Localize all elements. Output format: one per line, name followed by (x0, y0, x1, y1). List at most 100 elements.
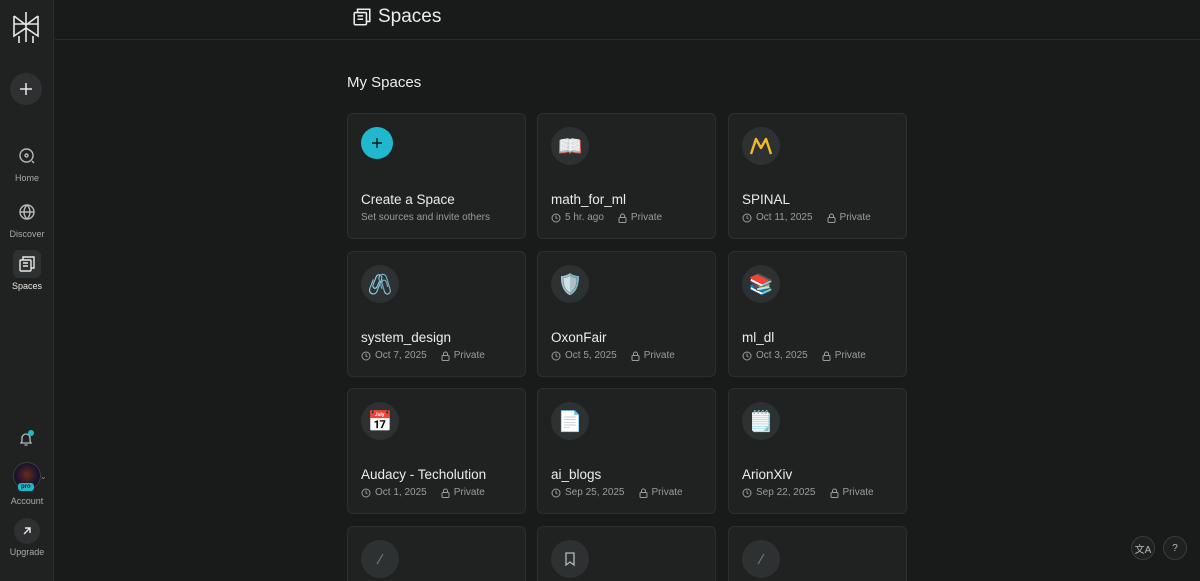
card-title: Create a Space (361, 192, 455, 207)
card-meta: Sep 25, 2025 Private (551, 487, 683, 498)
lock-icon (618, 213, 627, 223)
card-date: Oct 7, 2025 (375, 350, 427, 361)
card-subtitle: Set sources and invite others (361, 212, 490, 223)
globe-icon (13, 198, 41, 226)
bookmark-icon (551, 540, 589, 578)
card-meta: Oct 5, 2025 Private (551, 350, 675, 361)
account-menu[interactable]: pro ⌄ Account (0, 462, 54, 506)
lock-icon (639, 488, 647, 498)
space-card[interactable]: 📖 math_for_ml 5 hr. ago Private (537, 113, 716, 239)
space-card[interactable]: SPINAL Oct 11, 2025 Private (728, 113, 907, 239)
card-date: Oct 11, 2025 (756, 212, 813, 223)
card-title: ai_blogs (551, 467, 602, 482)
lock-icon (830, 488, 838, 498)
slash-icon (742, 540, 780, 578)
spaces-icon (353, 8, 371, 26)
card-date: Oct 5, 2025 (565, 350, 617, 361)
space-card[interactable]: 🖇️ system_design Oct 7, 2025 Private (347, 251, 526, 377)
page-title-text: Spaces (378, 6, 442, 27)
perplexity-logo-icon[interactable] (10, 10, 42, 44)
chevron-down-icon: ⌄ (40, 472, 47, 481)
m-letter-icon (742, 127, 780, 165)
sidebar-item-label: Discover (9, 229, 45, 239)
space-card[interactable] (537, 526, 716, 581)
space-card[interactable] (347, 526, 526, 581)
card-date: Oct 3, 2025 (756, 350, 808, 361)
space-card[interactable] (728, 526, 907, 581)
paperclip-icon: 🖇️ (361, 265, 399, 303)
card-date: 5 hr. ago (565, 212, 604, 223)
help-button[interactable]: ? (1163, 536, 1187, 560)
lock-icon (441, 488, 450, 498)
card-title: OxonFair (551, 330, 607, 345)
card-date: Oct 1, 2025 (375, 487, 427, 498)
lock-icon (827, 213, 836, 223)
new-thread-button[interactable] (10, 73, 42, 105)
clock-icon (551, 213, 561, 222)
card-date: Sep 22, 2025 (756, 487, 816, 498)
lock-icon (631, 351, 640, 361)
pro-badge: pro (18, 483, 34, 491)
card-meta: Oct 11, 2025 Private (742, 212, 871, 223)
card-title: Audacy - Techolution (361, 467, 487, 482)
card-meta: Oct 7, 2025 Private (361, 350, 485, 361)
create-space-card[interactable]: Create a Space Set sources and invite ot… (347, 113, 526, 239)
card-title: SPINAL (742, 192, 791, 207)
clock-icon (361, 351, 371, 360)
card-title: ArionXiv (742, 467, 793, 482)
space-card[interactable]: 🛡️ OxonFair Oct 5, 2025 Private (537, 251, 716, 377)
sidebar-item-label: Home (14, 173, 39, 183)
space-card[interactable]: 📄 ai_blogs Sep 25, 2025 Private (537, 388, 716, 514)
translate-button[interactable]: 文A (1131, 536, 1155, 560)
card-date: Sep 25, 2025 (565, 487, 625, 498)
notepad-icon: 🗒️ (742, 402, 780, 440)
card-privacy: Private (453, 350, 485, 361)
slash-icon (361, 540, 399, 578)
card-meta: Oct 1, 2025 Private (361, 487, 485, 498)
books-icon: 📚 (742, 265, 780, 303)
clock-icon (551, 351, 561, 360)
space-card[interactable]: 📅 Audacy - Techolution Oct 1, 2025 Priva… (347, 388, 526, 514)
card-privacy: Private (842, 487, 874, 498)
sidebar-item-spaces[interactable]: Spaces (0, 250, 54, 291)
sidebar-item-discover[interactable]: Discover (0, 198, 54, 239)
upgrade-label: Upgrade (9, 547, 45, 557)
card-meta: Oct 3, 2025 Private (742, 350, 866, 361)
account-label: Account (10, 496, 44, 506)
clock-icon (361, 488, 371, 497)
card-title: system_design (361, 330, 452, 345)
home-icon (13, 142, 41, 170)
shield-icon: 🛡️ (551, 265, 589, 303)
lock-icon (441, 351, 450, 361)
card-privacy: Private (643, 350, 675, 361)
sidebar-item-label: Spaces (11, 281, 43, 291)
card-meta: 5 hr. ago Private (551, 212, 662, 223)
notifications-bell-icon[interactable] (15, 428, 37, 450)
avatar: pro (13, 462, 41, 491)
calendar-icon: 📅 (361, 402, 399, 440)
card-privacy: Private (630, 212, 663, 223)
page-title: Spaces (352, 6, 441, 28)
space-card[interactable]: 📚 ml_dl Oct 3, 2025 Private (728, 251, 907, 377)
notification-dot (28, 430, 34, 436)
lock-icon (822, 351, 831, 361)
card-privacy: Private (839, 212, 871, 223)
card-title: ml_dl (742, 330, 775, 345)
open-book-icon: 📖 (551, 127, 589, 165)
space-card[interactable]: 🗒️ ArionXiv Sep 22, 2025 Private (728, 388, 907, 514)
section-title: My Spaces (347, 74, 422, 91)
card-title: math_for_ml (551, 192, 627, 207)
page-header: Spaces (55, 0, 1200, 40)
spaces-icon (13, 250, 41, 278)
clock-icon (551, 488, 561, 497)
sidebar-item-home[interactable]: Home (0, 142, 54, 183)
clock-icon (742, 213, 752, 222)
plus-icon (361, 127, 393, 159)
card-privacy: Private (453, 487, 485, 498)
card-privacy: Private (834, 350, 866, 361)
clock-icon (742, 488, 752, 497)
arrow-up-right-icon (14, 518, 40, 544)
sidebar: Home Discover Spaces pro ⌄ Account Upgra… (0, 0, 54, 581)
upgrade-button[interactable]: Upgrade (0, 518, 54, 557)
clock-icon (742, 351, 752, 360)
